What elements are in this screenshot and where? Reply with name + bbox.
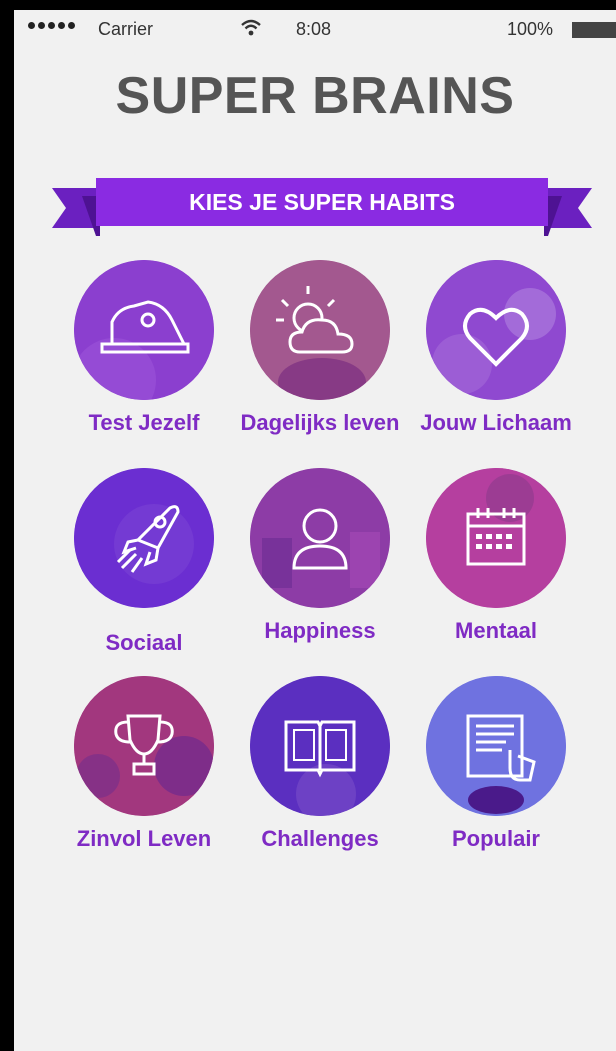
rocket-icon (74, 468, 214, 608)
clock-time: 8:08 (296, 19, 332, 39)
habit-circle[interactable] (426, 260, 566, 400)
habit-circle[interactable] (426, 676, 566, 816)
habits-banner: KIES JE SUPER HABITS (52, 170, 592, 250)
habit-happiness[interactable]: Happiness (230, 468, 410, 668)
habit-jouw-lichaam[interactable]: Jouw Lichaam (406, 260, 586, 460)
habit-label[interactable]: Zinvol Leven (44, 826, 244, 852)
habit-mentaal[interactable]: Mentaal (406, 468, 586, 668)
calendar-icon (426, 468, 566, 608)
habit-circle[interactable] (426, 468, 566, 608)
habit-zinvol-leven[interactable]: Zinvol Leven (54, 676, 234, 876)
wifi-icon (241, 19, 261, 36)
banner-title: KIES JE SUPER HABITS (189, 189, 455, 215)
person-icon (250, 468, 390, 608)
habit-circle[interactable] (250, 260, 390, 400)
scale-icon (74, 260, 214, 400)
habit-circle[interactable] (250, 468, 390, 608)
habit-circle[interactable] (250, 676, 390, 816)
habit-circle[interactable] (74, 468, 214, 608)
habit-label[interactable]: Sociaal (44, 630, 244, 656)
app-title: SUPER BRAINS (115, 67, 515, 125)
heart-icon (426, 260, 566, 400)
habit-label[interactable]: Dagelijks leven (220, 410, 420, 436)
carrier-label: Carrier (98, 19, 154, 39)
signal-icon (28, 22, 75, 29)
habit-circle[interactable] (74, 676, 214, 816)
habit-circle[interactable] (74, 260, 214, 400)
status-bar: Carrier 8:08 100% (14, 10, 616, 50)
battery-icon (572, 22, 616, 38)
habit-label[interactable]: Jouw Lichaam (396, 410, 596, 436)
habit-dagelijks-leven[interactable]: Dagelijks leven (230, 260, 410, 460)
battery-percentage: 100% (507, 19, 554, 39)
tablet-icon (426, 676, 566, 816)
habit-test-jezelf[interactable]: Test Jezelf (54, 260, 234, 460)
habit-sociaal[interactable]: Sociaal (54, 468, 234, 668)
app-screen: Carrier 8:08 100% SUPER BRAINS KIES JE S… (14, 10, 616, 1051)
trophy-icon (74, 676, 214, 816)
habit-challenges[interactable]: Challenges (230, 676, 410, 876)
habit-label[interactable]: Mentaal (396, 618, 596, 644)
habit-label[interactable]: Populair (396, 826, 596, 852)
habit-label[interactable]: Test Jezelf (44, 410, 244, 436)
habit-populair[interactable]: Populair (406, 676, 586, 876)
habit-label[interactable]: Happiness (220, 618, 420, 644)
habit-label[interactable]: Challenges (220, 826, 420, 852)
book-icon (250, 676, 390, 816)
weather-icon (250, 260, 390, 400)
